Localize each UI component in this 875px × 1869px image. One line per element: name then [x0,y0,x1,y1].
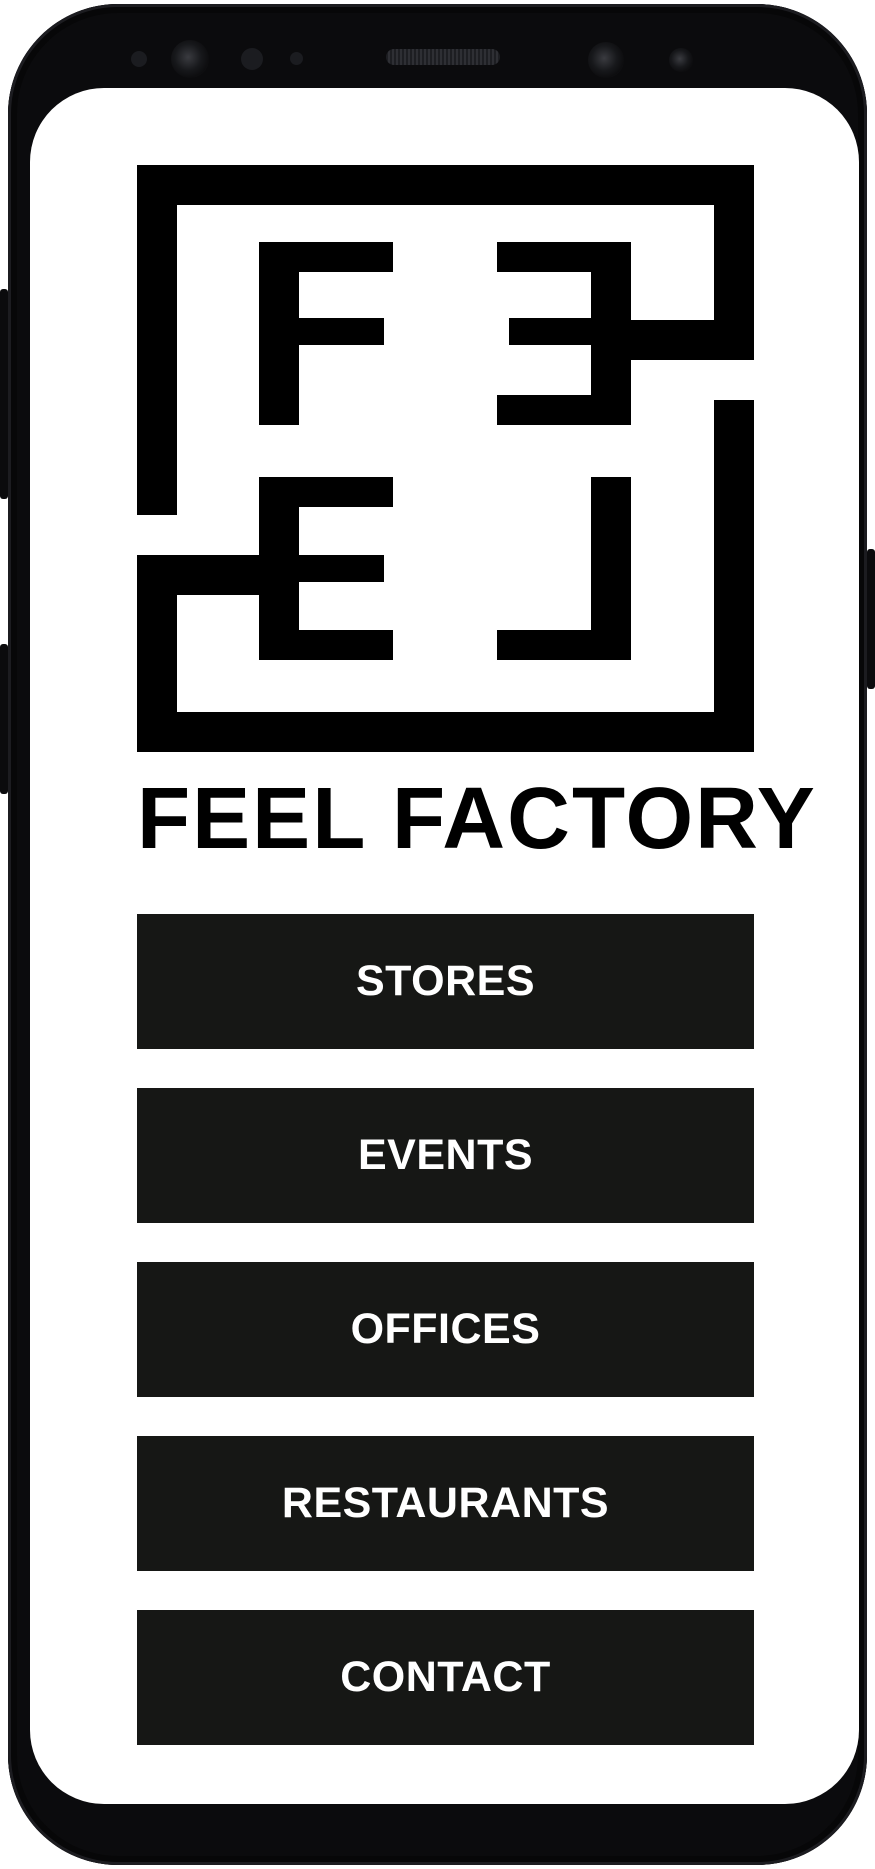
feel-factory-logo [137,165,754,752]
iris-camera-icon [669,48,693,72]
stores-button[interactable]: STORES [137,914,754,1049]
front-camera-icon [588,42,624,78]
volume-up-button [0,289,8,499]
iris-scanner-icon [171,40,209,78]
power-button [867,549,875,689]
logo-letter-f [259,242,393,425]
led-indicator-icon [290,52,303,65]
earpiece-speaker-icon [386,49,500,65]
contact-button[interactable]: CONTACT [137,1610,754,1745]
light-sensor-icon [241,48,263,70]
brand-title: FEEL FACTORY [137,770,817,867]
volume-down-button [0,644,8,794]
logo-maze-frame [137,165,754,752]
events-button[interactable]: EVENTS [137,1088,754,1223]
main-menu: STORES EVENTS OFFICES RESTAURANTS CONTAC… [137,914,754,1745]
restaurants-button[interactable]: RESTAURANTS [137,1436,754,1571]
proximity-sensor-icon [131,51,147,67]
offices-button[interactable]: OFFICES [137,1262,754,1397]
logo-letter-l-mirrored [497,477,631,660]
app-screen: FEEL FACTORY STORES EVENTS OFFICES RESTA… [30,88,859,1804]
phone-frame: FEEL FACTORY STORES EVENTS OFFICES RESTA… [0,4,875,1865]
